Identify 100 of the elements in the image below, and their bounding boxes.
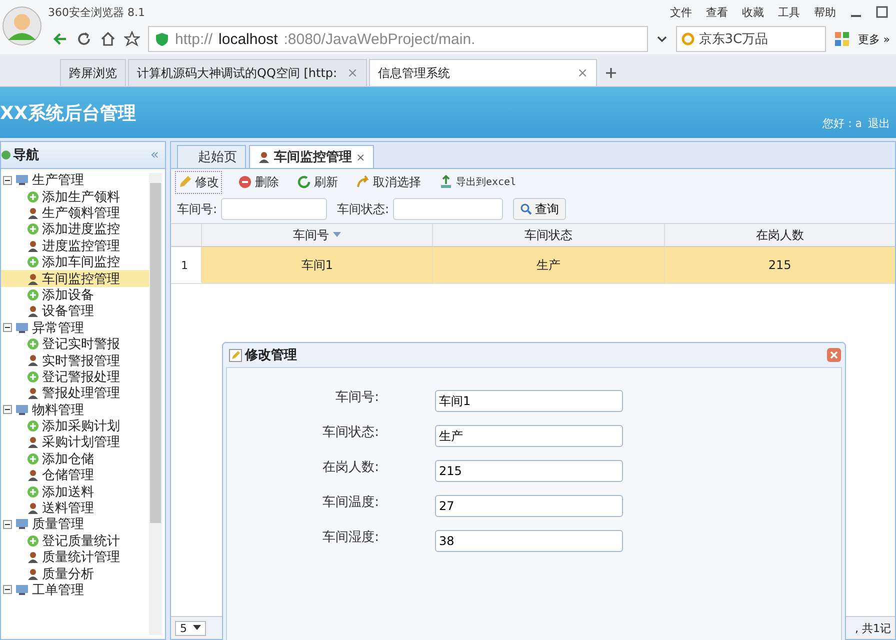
toggle-icon[interactable] [3,176,12,185]
close-icon[interactable]: × [577,66,588,80]
search-button[interactable]: 查询 [513,198,566,220]
tree-item[interactable]: 质量分析 [1,565,149,582]
user-icon [27,272,39,285]
home-icon[interactable] [100,31,116,47]
tree-item[interactable]: 质量统计管理 [1,548,149,566]
tree-item[interactable]: 采购计划管理 [1,434,149,451]
add-icon [27,256,39,268]
maximize-icon[interactable] [876,6,888,18]
browser-title: 360安全浏览器 8.1 [48,4,145,20]
toggle-icon[interactable] [3,405,12,414]
toolbar-button[interactable]: 取消选择 [354,172,423,192]
column-header[interactable]: 车间号 [201,224,432,246]
close-button[interactable] [827,348,841,362]
tree-item[interactable]: 添加进度监控 [1,221,149,238]
tree-item[interactable]: 添加设备 [1,286,149,304]
tree-item[interactable]: 车间监控管理 [1,270,149,287]
tree-item[interactable]: 设备管理 [1,303,149,320]
nav-icon [1,150,11,160]
tree-item[interactable]: 登记警报处理 [1,368,149,386]
app-title: XX系统后台管理 [0,102,136,124]
refresh-icon [297,175,311,189]
tree-item[interactable]: 实时警报管理 [1,352,149,369]
menu-item[interactable]: 收藏 [742,4,764,20]
user-icon [27,240,39,252]
filter-field[interactable] [221,198,328,220]
user-icon [27,206,39,219]
user-icon [27,502,39,514]
toggle-icon[interactable] [3,323,12,332]
filter-field[interactable] [393,198,504,220]
toggle-icon[interactable] [3,520,12,529]
toolbar-button[interactable]: 刷新 [295,172,340,192]
back-icon[interactable] [52,31,68,47]
field-label: 在岗人数: [322,459,379,477]
input-field[interactable]: 27 [435,495,623,517]
add-icon [27,338,39,350]
browser-tab[interactable]: 计算机源码大神调试的QQ空间 [http: × [128,59,367,86]
tree-item[interactable]: 登记实时警报 [1,336,149,352]
tree-group[interactable]: 生产管理 [32,171,84,190]
tree-item[interactable]: 添加车间监控 [1,254,149,270]
page-size-select[interactable]: 5 [175,620,206,636]
address-field[interactable]: http:// localhost :8080/JavaWebProject/main. [148,26,648,52]
table-cell: 生产 [432,247,664,283]
user-icon [258,151,270,163]
tree-item[interactable]: 仓储管理 [1,467,149,484]
pager-summary: , 共1记 [855,620,891,636]
tree-item[interactable]: 添加采购计划 [1,418,149,434]
page-tab[interactable]: 起始页 [177,145,246,168]
column-header[interactable]: 车间状态 [432,224,664,246]
menu-item[interactable]: 工具 [778,4,800,20]
caret-icon [193,625,201,631]
field-label: 车间温度: [322,494,379,512]
tree-item[interactable]: 生产领料管理 [1,204,149,222]
toolbar-button[interactable]: 导出到excel [437,173,518,191]
page-tab[interactable]: 车间监控管理 × [249,145,374,168]
apps-icon[interactable] [834,31,850,47]
tree-item[interactable]: 登记质量统计 [1,532,149,549]
input-field[interactable]: 38 [435,530,623,552]
toolbar-button[interactable]: 删除 [236,172,281,192]
browser-tab[interactable]: 跨屏浏览 [60,59,126,86]
more-menu[interactable]: 更多 » [858,32,890,46]
tree-item[interactable]: 送料管理 [1,500,149,516]
menu-item[interactable]: 文件 [670,4,692,20]
search-field[interactable]: 京东3C万品 [676,26,826,52]
add-tab-icon[interactable] [604,67,617,79]
column-header[interactable]: 在岗人数 [664,224,895,246]
tree-group[interactable]: 物料管理 [32,400,84,419]
toggle-icon[interactable] [3,585,12,594]
computer-icon [15,404,29,416]
add-icon [27,223,39,236]
tree-item[interactable]: 添加生产领料 [1,188,149,205]
user-icon [27,568,39,580]
table-cell: 215 [664,247,895,283]
tree-group[interactable]: 异常管理 [32,318,84,337]
tree-group[interactable]: 质量管理 [32,515,84,534]
tree-item[interactable]: 警报处理管理 [1,385,149,402]
tree-group[interactable]: 工单管理 [32,580,84,599]
tree-item[interactable]: 添加仓储 [1,450,149,468]
computer-icon [15,322,29,334]
close-icon[interactable]: × [356,150,366,164]
input-field[interactable]: 车间1 [435,390,623,412]
filter-label: 车间号: [177,200,218,218]
refresh-icon[interactable] [76,31,92,47]
input-field[interactable]: 生产 [435,425,623,447]
search-engine-icon [680,32,695,46]
tree-item[interactable]: 进度监控管理 [1,238,149,254]
tree-item[interactable]: 添加送料 [1,483,149,500]
input-field[interactable]: 215 [435,460,623,482]
menu-item[interactable]: 查看 [706,4,728,20]
browser-tab[interactable]: 信息管理系统 × [368,59,597,86]
menu-item[interactable]: 帮助 [814,4,836,20]
toolbar-button[interactable]: 修改 [175,170,222,194]
field-label: 车间湿度: [322,529,379,547]
search-icon [520,203,532,215]
star-icon[interactable] [124,31,140,47]
table-cell: 车间1 [201,247,432,283]
user-icon [27,436,39,448]
scrollbar[interactable] [149,173,162,635]
pencil-icon [178,175,192,189]
